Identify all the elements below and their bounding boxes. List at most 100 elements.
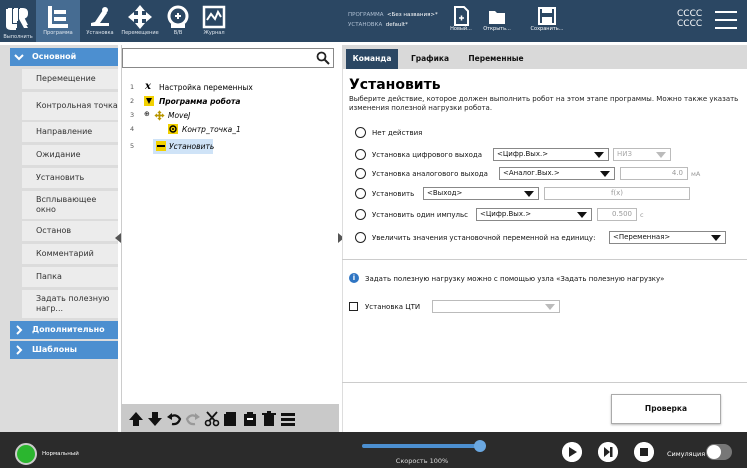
section-advanced[interactable]: Дополнительно (10, 321, 118, 339)
radio-analog-output[interactable] (355, 168, 366, 179)
tab-io[interactable]: В/В (160, 0, 196, 42)
section-templates[interactable]: Шаблоны (10, 341, 118, 359)
radio-analog-output-label: Установка аналогового выхода (372, 170, 488, 178)
tree-line-number: 1 (130, 83, 135, 91)
variable-value: <Переменная> (613, 233, 671, 241)
sidebar-item-halt[interactable]: Останов (22, 221, 118, 241)
move-down-icon[interactable] (147, 411, 163, 427)
sidebar-item-popup[interactable]: Всплывающее окно (22, 191, 118, 219)
sidebar-item-waypoint[interactable]: Контрольная точка (22, 92, 118, 120)
speed-label: Скорость 100% (395, 457, 449, 465)
sidebar-item-comment[interactable]: Комментарий (22, 244, 118, 264)
divider (342, 259, 747, 260)
open-folder-icon (489, 11, 505, 24)
hamburger-menu-icon[interactable] (715, 11, 737, 29)
tab-variables[interactable]: Переменные (464, 49, 528, 69)
tab-command[interactable]: Команда (346, 49, 398, 69)
tree-line-number: 5 (130, 142, 135, 150)
open-button[interactable]: Открыть... (480, 4, 514, 38)
undo-icon[interactable] (166, 411, 182, 427)
sidebar-item-wait[interactable]: Ожидание (22, 145, 118, 165)
tab-installation[interactable]: Установка (80, 0, 120, 42)
radio-no-action[interactable] (355, 127, 366, 138)
pulse-output-dropdown[interactable]: <Цифр.Вых.> (476, 208, 592, 221)
radio-set-expression-label: Установить (372, 190, 415, 198)
program-info: ПРОГРАММА <Без названия>* УСТАНОВКА defa… (348, 10, 438, 30)
radio-digital-output[interactable] (355, 149, 366, 160)
sidebar-item-folder[interactable]: Папка (22, 267, 118, 287)
play-icon[interactable] (562, 442, 582, 462)
tree-node-waypoint[interactable]: Контр_точка_1 (182, 125, 241, 134)
radio-increment-variable-label: Увеличить значения установочной переменн… (372, 234, 596, 242)
tcp-label: Установка ЦТИ (365, 303, 421, 311)
tab-program-label: Программа (43, 30, 73, 36)
save-button[interactable]: Сохранить... (530, 4, 564, 38)
step-icon[interactable] (598, 442, 618, 462)
tcp-checkbox[interactable] (349, 302, 358, 311)
redo-icon[interactable] (185, 411, 201, 427)
section-basic[interactable]: Основной (10, 48, 118, 66)
sidebar-item-label: Папка (36, 272, 62, 281)
save-button-label: Сохранить... (530, 26, 564, 32)
copy-icon[interactable] (223, 411, 239, 427)
new-button[interactable]: Новый... (444, 4, 478, 38)
paste-icon[interactable] (242, 411, 258, 427)
program-icon (48, 6, 68, 28)
pulse-duration-field: 0.500 (597, 208, 637, 221)
sidebar-item-direction[interactable]: Направление (22, 122, 118, 142)
variable-dropdown[interactable]: <Переменная> (609, 231, 726, 244)
sidebar-item-label: Контрольная точка (36, 101, 118, 110)
radio-set-expression[interactable] (355, 188, 366, 199)
tree-search-input[interactable] (122, 48, 334, 68)
tree-node-variables[interactable]: Настройка переменных (159, 83, 253, 92)
stop-icon[interactable] (634, 442, 654, 462)
cut-icon[interactable] (204, 411, 220, 427)
tree-line-number: 4 (130, 125, 135, 133)
chevron-down-icon (600, 171, 610, 177)
sidebar-item-set[interactable]: Установить (22, 168, 118, 188)
chevron-down-icon (524, 191, 534, 197)
chevron-down-icon (14, 54, 24, 61)
analog-output-value: <Аналог.Вых.> (503, 169, 560, 177)
suppress-icon[interactable] (280, 411, 296, 427)
sidebar-item-label: Задать полезную нагр... (36, 294, 110, 313)
check-button[interactable]: Проверка (611, 394, 721, 424)
tab-log[interactable]: Журнал (196, 0, 232, 42)
movej-icon (154, 110, 165, 121)
expand-icon[interactable]: ⊕ (144, 110, 150, 118)
robot-status-icon[interactable] (15, 443, 37, 465)
sidebar-item-set-payload[interactable]: Задать полезную нагр... (22, 290, 118, 318)
chevron-down-icon (656, 152, 666, 158)
tree-node-robot-program[interactable]: Программа робота (159, 97, 240, 106)
tcp-dropdown (432, 300, 560, 313)
tab-program[interactable]: Программа (36, 0, 80, 42)
sidebar-item-label: Установить (36, 173, 85, 182)
set-output-value: <Выход> (427, 189, 463, 197)
speed-slider[interactable] (362, 444, 482, 448)
program-caption: ПРОГРАММА (348, 12, 384, 18)
analog-output-dropdown[interactable]: <Аналог.Вых.> (499, 167, 615, 180)
tab-installation-label: Установка (86, 30, 114, 36)
set-output-dropdown[interactable]: <Выход> (423, 187, 539, 200)
radio-digital-output-label: Установка цифрового выхода (372, 151, 483, 159)
delete-icon[interactable] (261, 411, 277, 427)
radio-single-pulse[interactable] (355, 209, 366, 220)
tree-node-movej[interactable]: MoveJ (168, 111, 190, 120)
new-file-icon (454, 6, 469, 26)
digital-output-dropdown[interactable]: <Цифр.Вых.> (493, 148, 609, 161)
tab-graphics[interactable]: Графика (406, 49, 454, 69)
variables-icon: x (145, 81, 151, 92)
command-tabs: Команда Графика Переменные (342, 45, 747, 69)
analog-unit: мА (691, 170, 701, 178)
tree-node-set[interactable]: Установить (169, 142, 214, 151)
speed-slider-handle[interactable] (474, 440, 486, 452)
radio-increment-variable[interactable] (355, 232, 366, 243)
header-bar: Выполнить Программа Установка Перемещени… (0, 0, 747, 42)
tab-move[interactable]: Перемещение (120, 0, 160, 42)
move-up-icon[interactable] (128, 411, 144, 427)
simulation-toggle[interactable] (706, 444, 732, 460)
info-icon: i (349, 273, 359, 283)
page-description: Выберите действие, которое должен выполн… (349, 95, 739, 112)
sidebar-item-move[interactable]: Перемещение (22, 69, 118, 89)
page-title: Установить (349, 77, 441, 93)
